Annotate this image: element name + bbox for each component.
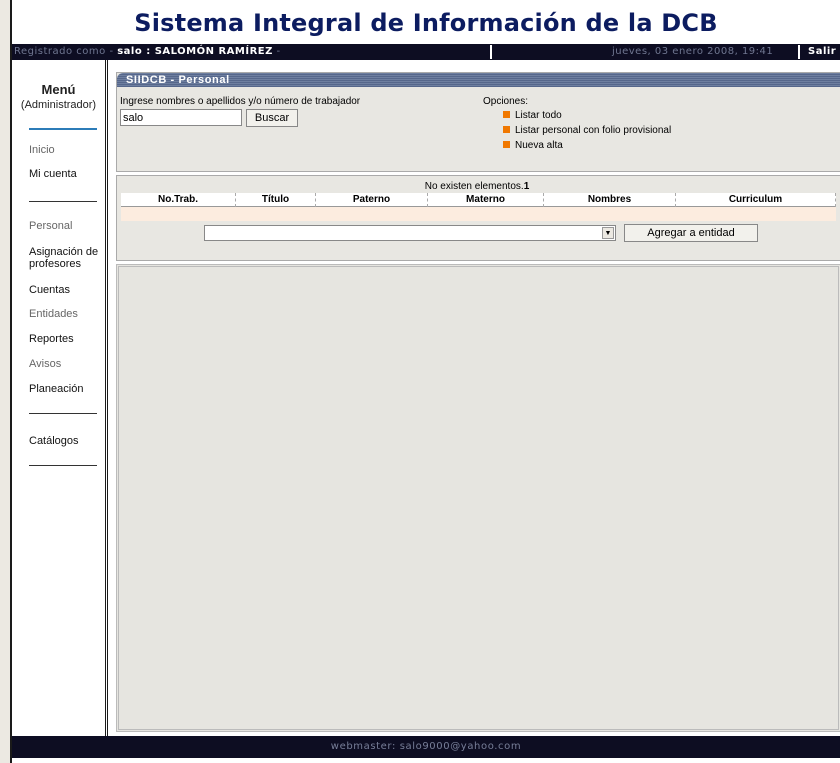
sidebar-item-catalogos[interactable]: Catálogos: [29, 435, 107, 447]
options-label: Opciones:: [483, 96, 529, 107]
footer: webmaster: salo9000@yahoo.com: [12, 736, 840, 758]
menu-role: (Administrador): [20, 99, 97, 111]
sidebar-item-mi-cuenta[interactable]: Mi cuenta: [29, 168, 107, 180]
option-label: Listar todo: [515, 110, 562, 121]
detail-panel: [116, 264, 840, 732]
session-user: Registrado como - salo : SALOMÓN RAMÍREZ…: [14, 44, 281, 60]
column-header-titulo[interactable]: Título: [236, 193, 316, 207]
sidebar-item-planeacion[interactable]: Planeación: [29, 383, 107, 395]
option-new-entry[interactable]: Nueva alta: [503, 140, 563, 151]
current-date: jueves, 03 enero 2008, 19:41: [612, 46, 774, 57]
sidebar-item-reportes[interactable]: Reportes: [29, 333, 107, 345]
registered-as-label: Registrado como -: [14, 46, 118, 57]
search-input[interactable]: [120, 109, 242, 126]
sidebar-divider: [29, 465, 97, 466]
option-label: Nueva alta: [515, 140, 563, 151]
column-header-nombres[interactable]: Nombres: [544, 193, 676, 207]
option-list-provisional[interactable]: Listar personal con folio provisional: [503, 125, 671, 136]
sidebar-item-avisos[interactable]: Avisos: [29, 358, 107, 370]
bullet-square-icon: [503, 126, 510, 133]
main-content: SIIDCB - Personal Ingrese nombres o apel…: [111, 60, 840, 736]
add-to-entity-button[interactable]: Agregar a entidad: [624, 224, 758, 242]
column-header-materno[interactable]: Materno: [428, 193, 544, 207]
results-message: No existen elementos.1: [117, 181, 837, 192]
column-header-paterno[interactable]: Paterno: [316, 193, 428, 207]
sidebar-item-asignacion-de-profesores[interactable]: Asignación de profesores: [29, 246, 107, 270]
option-label: Listar personal con folio provisional: [515, 125, 672, 136]
bar-divider: [490, 45, 492, 59]
personal-search-panel: SIIDCB - Personal Ingrese nombres o apel…: [116, 72, 840, 172]
column-header-no-trab[interactable]: No.Trab.: [121, 193, 236, 207]
sidebar-divider: [29, 128, 97, 130]
results-table-empty-row: [121, 207, 836, 221]
logout-link[interactable]: Salir: [808, 44, 836, 60]
sidebar-item-cuentas[interactable]: Cuentas: [29, 284, 107, 296]
site-title: Sistema Integral de Información de la DC…: [134, 9, 718, 37]
page-frame: Sistema Integral de Información de la DC…: [10, 0, 840, 763]
bar-divider: [798, 45, 800, 59]
dropdown-arrow-icon[interactable]: ▼: [602, 227, 614, 239]
results-table-header: No.Trab. Título Paterno Materno Nombres …: [121, 193, 836, 207]
option-list-all[interactable]: Listar todo: [503, 110, 562, 121]
entity-select[interactable]: ▼: [204, 225, 616, 241]
sidebar-item-entidades[interactable]: Entidades: [29, 308, 107, 320]
sidebar-item-personal[interactable]: Personal: [29, 220, 107, 232]
bullet-square-icon: [503, 141, 510, 148]
no-elements-text: No existen elementos.: [424, 181, 524, 192]
search-label: Ingrese nombres o apellidos y/o número d…: [120, 96, 361, 107]
column-header-curriculum[interactable]: Curriculum: [676, 193, 836, 207]
session-bar: Registrado como - salo : SALOMÓN RAMÍREZ…: [12, 44, 840, 60]
sidebar-divider: [29, 201, 97, 202]
user-trail: -: [272, 46, 281, 57]
results-count: 1: [523, 181, 530, 192]
search-button[interactable]: Buscar: [246, 109, 298, 127]
user-name: salo : SALOMÓN RAMÍREZ: [117, 46, 273, 57]
menu-title: Menú: [41, 82, 76, 97]
bullet-square-icon: [503, 111, 510, 118]
panel-title: SIIDCB - Personal: [117, 73, 840, 87]
results-panel: No existen elementos.1 No.Trab. Título P…: [116, 175, 840, 261]
sidebar-item-inicio[interactable]: Inicio: [29, 144, 107, 156]
sidebar-menu: Menú (Administrador) Inicio Mi cuenta Pe…: [12, 60, 108, 736]
header: Sistema Integral de Información de la DC…: [12, 0, 840, 44]
sidebar-divider: [29, 413, 97, 414]
